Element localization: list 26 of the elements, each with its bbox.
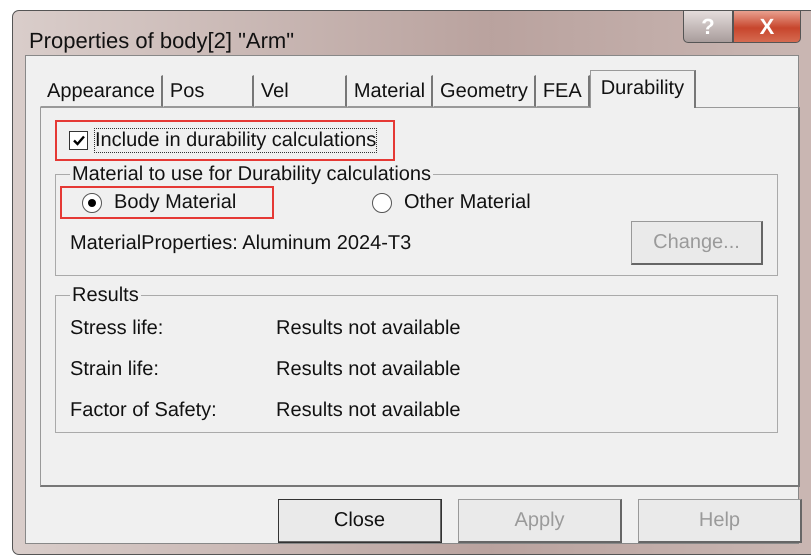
material-properties-text: MaterialProperties: Aluminum 2024-T3 [70,232,412,254]
radio-label[interactable]: Other Material [404,191,531,214]
tab[interactable]: Vel [254,75,347,107]
result-label: Factor of Safety: [70,399,218,422]
tab[interactable]: FEA [536,75,590,107]
checkbox[interactable] [69,131,88,150]
radio-button[interactable] [372,192,392,212]
result-label: Stress life: [70,317,164,340]
window-close-button[interactable]: X [733,11,801,43]
radio-label[interactable]: Body Material [114,191,236,214]
dialog-button[interactable]: Close [278,499,442,543]
result-label: Strain life: [70,358,160,381]
result-value: Results not available [276,358,462,381]
group-title: Material to use for Durability calculations [71,163,432,186]
check-icon [72,135,84,146]
tab[interactable]: Pos [162,75,254,107]
tab[interactable]: Material [346,75,434,107]
radio-button[interactable] [82,192,102,212]
checkbox-label[interactable]: Include in durability calculations [94,128,378,153]
group-title: Results [71,284,140,307]
tab[interactable]: Durability [590,70,696,108]
tab[interactable]: Geometry [433,75,536,107]
tab[interactable]: Appearance [40,75,163,107]
result-value: Results not available [276,317,462,340]
window-title: Properties of body[2] "Arm" [29,28,296,54]
result-value: Results not available [276,399,462,422]
